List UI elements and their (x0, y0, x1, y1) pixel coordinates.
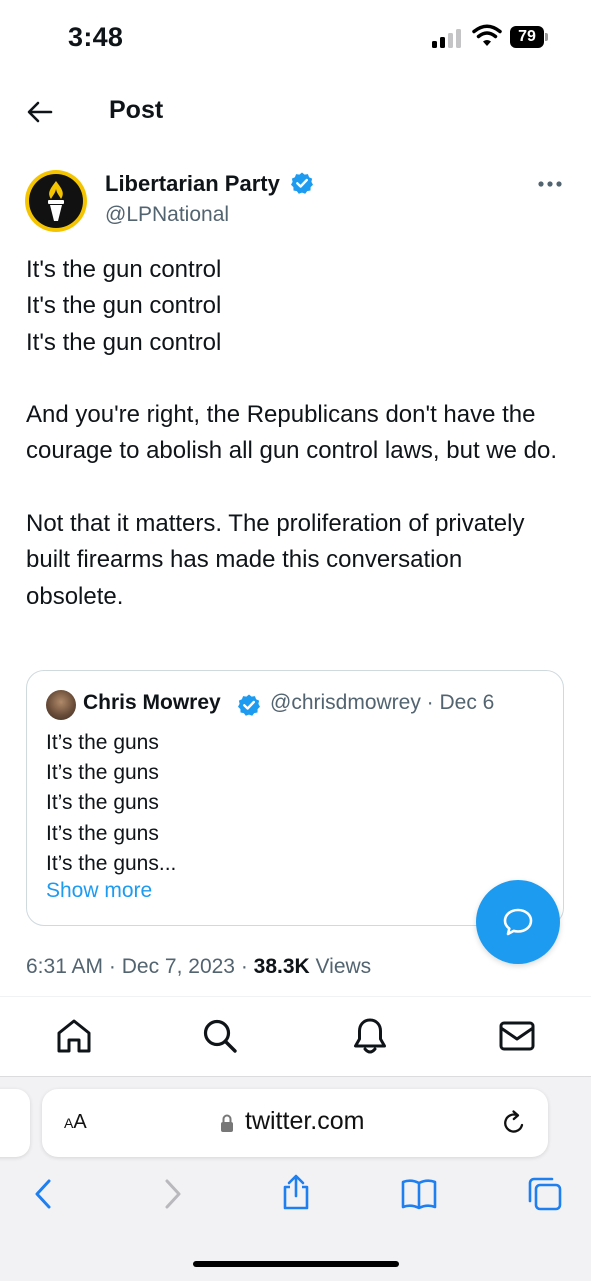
quote-author-handle: @chrisdmowrey · Dec 6 (270, 691, 495, 714)
views-label: Views (315, 955, 372, 978)
compose-reply-button[interactable] (476, 880, 560, 964)
browser-back-icon[interactable] (26, 1176, 62, 1212)
more-icon[interactable] (537, 176, 563, 192)
quote-text: It’s the guns It’s the guns It’s the gun… (46, 731, 177, 875)
post-text: It's the gun control It's the gun contro… (26, 256, 557, 610)
show-more-link[interactable]: Show more (46, 879, 152, 903)
post-time: 6:31 AM (26, 955, 104, 978)
battery-icon: 79 (510, 26, 550, 48)
lock-icon (221, 1114, 233, 1132)
author-avatar[interactable] (25, 170, 87, 232)
verified-badge-icon (290, 172, 313, 194)
back-arrow-icon[interactable] (26, 98, 54, 126)
share-icon[interactable] (278, 1174, 314, 1210)
messages-icon[interactable] (497, 1016, 537, 1056)
home-icon[interactable] (54, 1016, 94, 1056)
torch-logo-icon (48, 181, 64, 221)
quote-author-name: Chris Mowrey (83, 691, 221, 714)
compose-reply-icon (503, 908, 533, 936)
home-indicator[interactable] (193, 1261, 399, 1267)
author-name[interactable]: Libertarian Party (105, 171, 314, 197)
browser-forward-icon[interactable] (154, 1176, 190, 1212)
post-meta: 6:31 AM · Dec 7, 2023 · 38.3K Views (26, 955, 372, 978)
bookmarks-icon[interactable] (401, 1176, 437, 1212)
tabs-icon[interactable] (527, 1176, 563, 1212)
large-a-label: A (73, 1111, 87, 1133)
page-title: Post (109, 96, 164, 124)
quote-author-avatar (46, 690, 76, 720)
post-date: Dec 7, 2023 (121, 955, 235, 978)
cellular-signal-icon (432, 26, 461, 48)
reader-settings-button[interactable]: AA (64, 1111, 87, 1134)
divider (0, 996, 591, 997)
reload-icon[interactable] (500, 1109, 528, 1137)
small-a-label: A (64, 1115, 74, 1131)
address-bar[interactable]: AA twitter.com (42, 1089, 548, 1157)
previous-tab-preview[interactable] (0, 1089, 30, 1157)
url-domain: twitter.com (245, 1107, 365, 1135)
views-count: 38.3K (253, 955, 310, 978)
battery-level: 79 (510, 26, 544, 48)
search-icon[interactable] (200, 1016, 240, 1056)
verified-badge-icon (238, 694, 260, 716)
wifi-icon (472, 24, 502, 46)
notifications-icon[interactable] (350, 1016, 390, 1056)
author-name-text: Libertarian Party (105, 171, 280, 196)
author-handle[interactable]: @LPNational (105, 203, 229, 227)
quoted-post[interactable]: Chris Mowrey @chrisdmowrey · Dec 6 It’s … (26, 670, 564, 926)
status-time: 3:48 (68, 22, 124, 52)
